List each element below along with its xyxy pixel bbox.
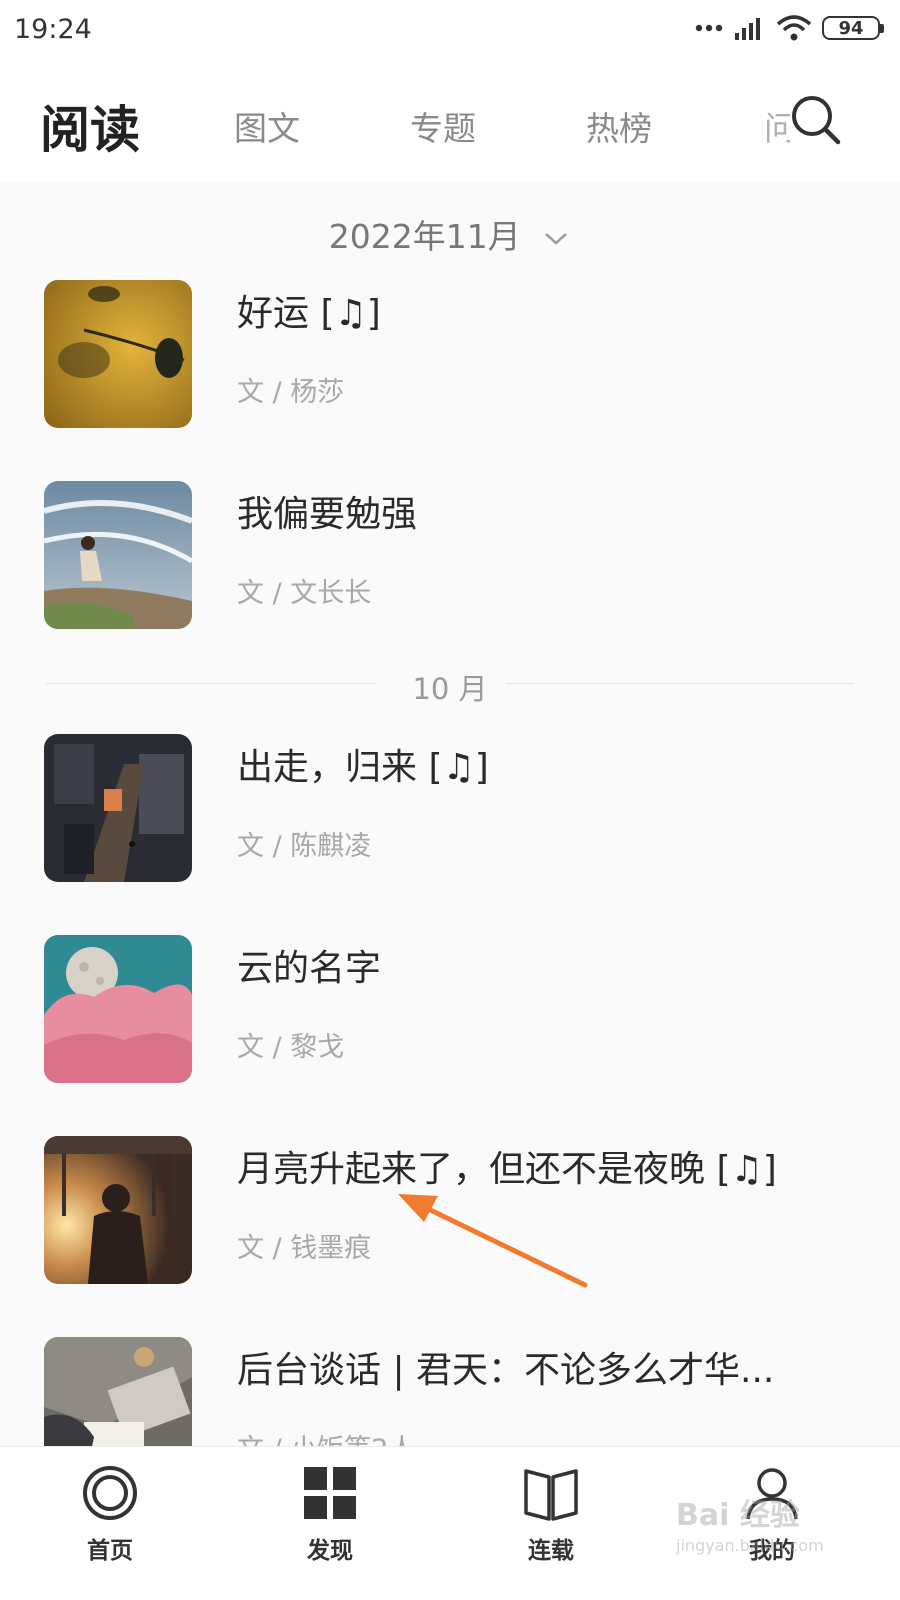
list-item[interactable]: 好运 [♫] 文 / 杨莎 [44,280,854,428]
signal-icon [735,18,760,40]
home-icon [83,1466,137,1520]
chevron-down-icon [545,232,568,245]
nav-serial-label: 连载 [528,1538,574,1564]
nav-discover[interactable]: 发现 [265,1463,395,1565]
tab-tuwen[interactable]: 图文 [234,102,300,150]
nav-home[interactable]: 首页 [45,1463,175,1565]
nav-discover-label: 发现 [307,1538,353,1564]
article-author: 文 / 杨莎 [237,377,345,408]
list-item[interactable]: 我偏要勉强 文 / 文长长 [44,481,854,629]
watermark: Bai 经验 jingyan.baidu.com [676,1490,876,1560]
more-dots-icon [695,24,723,32]
article-author: 文 / 文长长 [237,578,372,609]
wifi-icon [776,15,812,41]
tab-rebang[interactable]: 热榜 [586,102,652,150]
status-icons: 94 [694,14,884,42]
nav-home-label: 首页 [87,1538,133,1564]
status-bar: 19:24 94 [0,0,900,62]
nav-serial[interactable]: 连载 [486,1463,616,1565]
header: 阅读 图文 专题 热榜 问 [0,62,900,182]
battery-indicator: 94 [822,16,884,40]
tab-zhuanti[interactable]: 专题 [410,102,476,150]
article-thumbnail [44,1136,192,1284]
watermark-main: Bai 经验 [676,1498,800,1533]
article-thumbnail [44,935,192,1083]
article-title: 好运 [♫] [237,293,381,334]
month-picker[interactable]: 2022年11月 [0,210,900,258]
search-button[interactable] [788,92,844,148]
article-thumbnail [44,280,192,428]
list-item[interactable]: 出走，归来 [♫] 文 / 陈麒凌 [44,734,854,882]
article-author: 文 / 黎戈 [237,1032,345,1063]
article-title: 出走，归来 [♫] [237,747,489,788]
watermark-sub: jingyan.baidu.com [676,1536,824,1555]
article-title: 云的名字 [237,948,382,989]
month-picker-label: 2022年11月 [328,217,521,256]
article-author: 文 / 钱墨痕 [237,1233,372,1264]
annotation-arrow [398,1194,588,1288]
search-icon [792,96,841,145]
list-item[interactable]: 云的名字 文 / 黎戈 [44,935,854,1083]
month-divider: 10 月 [46,664,854,706]
page-title: 阅读 [40,101,140,159]
status-time: 19:24 [14,14,92,45]
article-thumbnail [44,481,192,629]
article-thumbnail [44,734,192,882]
divider-label: 10 月 [412,672,488,706]
article-title: 我偏要勉强 [237,494,418,535]
article-author: 文 / 陈麒凌 [237,831,372,862]
grid-icon [304,1467,356,1519]
book-icon [524,1469,578,1521]
article-title: 后台谈话 | 君天：不论多么才华... [237,1350,775,1391]
tab-wen[interactable]: 问 [764,102,790,150]
